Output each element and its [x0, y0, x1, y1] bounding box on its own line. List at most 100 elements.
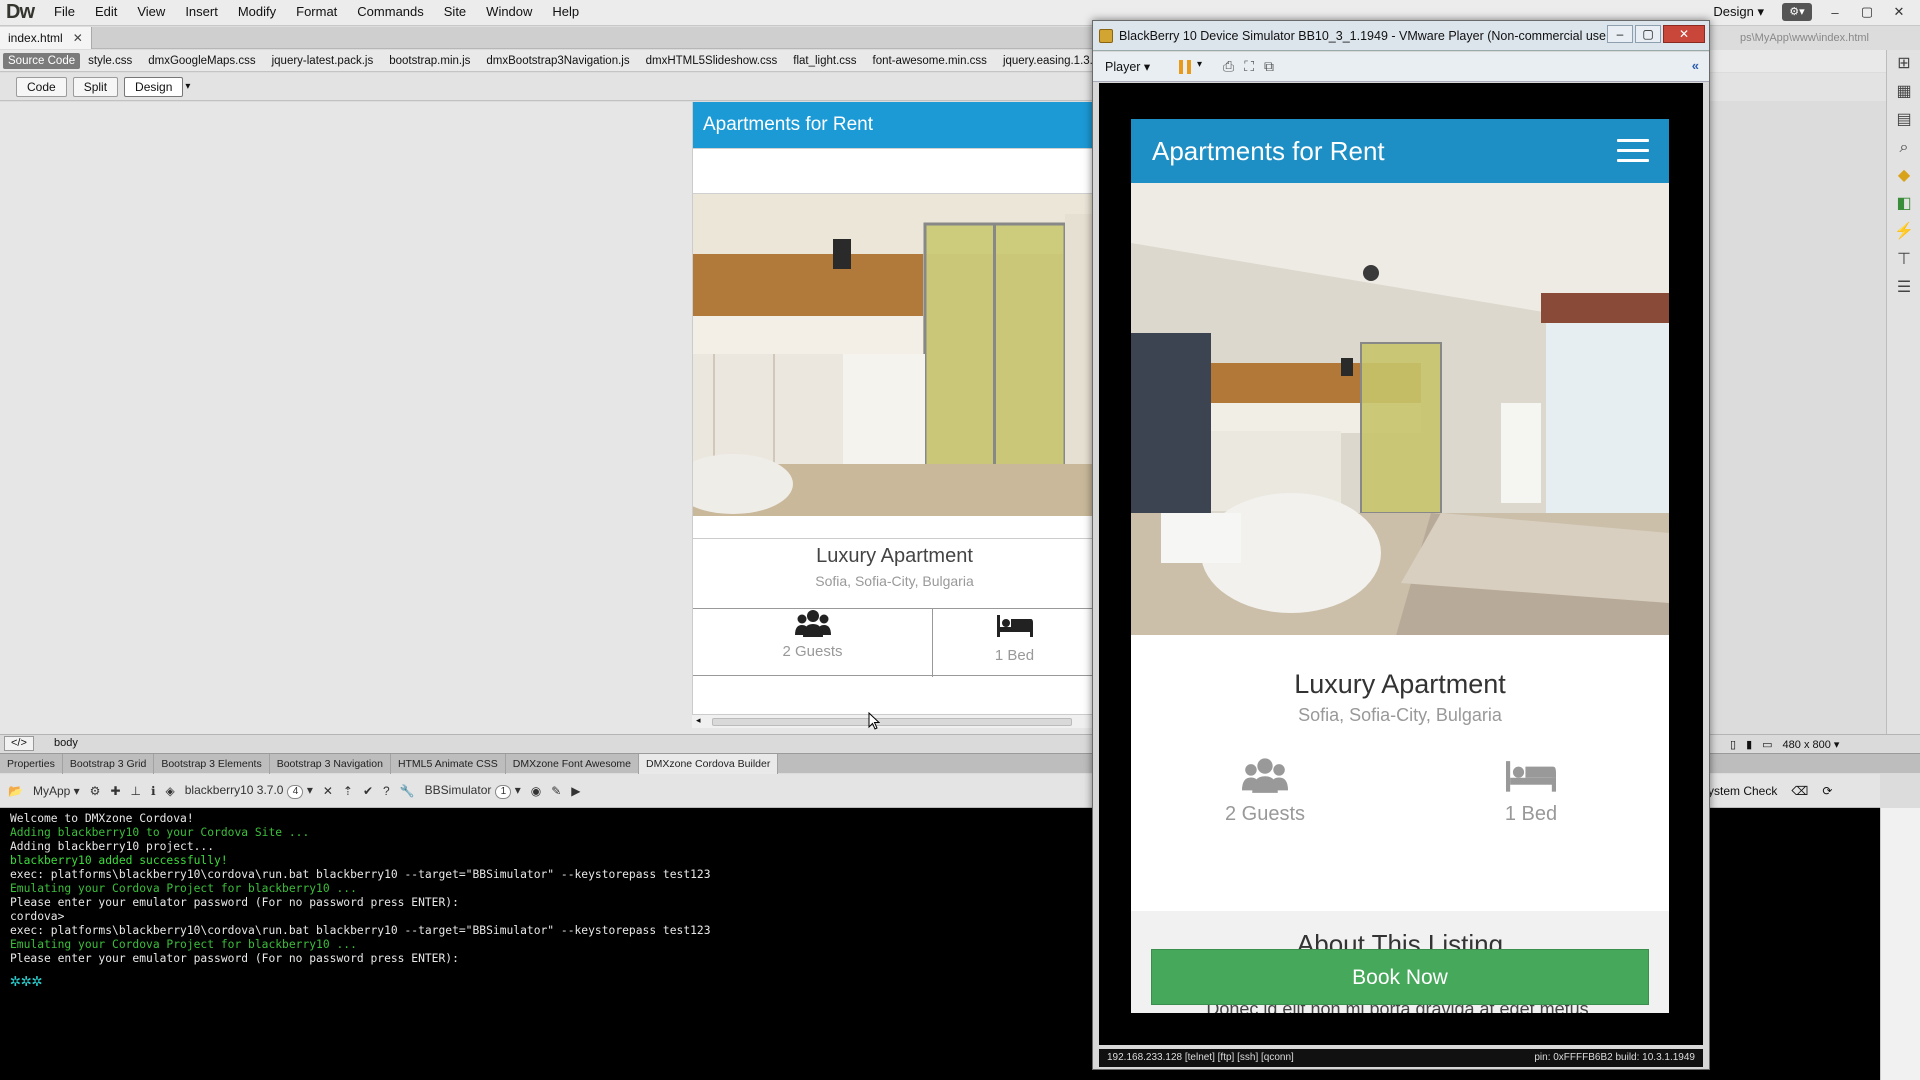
check-icon[interactable]: ✔	[363, 784, 373, 798]
project-select[interactable]: MyApp ▾	[33, 784, 80, 798]
related-file[interactable]: style.css	[80, 50, 140, 71]
collapse-toolbar-icon[interactable]: «	[1692, 58, 1699, 73]
related-file[interactable]: dmxGoogleMaps.css	[140, 50, 263, 71]
console-scrollbar[interactable]	[1880, 808, 1920, 1080]
sim-maximize-button[interactable]: ▢	[1635, 25, 1661, 43]
menu-insert[interactable]: Insert	[175, 0, 228, 24]
remove-icon[interactable]: ✕	[323, 784, 333, 798]
split-view-button[interactable]: Split	[72, 76, 119, 97]
menu-site[interactable]: Site	[434, 0, 476, 24]
phone-viewport[interactable]: Apartments for Rent Luxury Apartment Sof…	[1131, 119, 1669, 1013]
listing-info: Luxury Apartment Sofia, Sofia-City, Bulg…	[1131, 635, 1669, 911]
sitemap-icon[interactable]: ⊥	[131, 784, 141, 798]
sim-close-button[interactable]: ✕	[1663, 25, 1705, 43]
tag-inspector-icon[interactable]: ⚡	[1887, 218, 1920, 246]
menu-file[interactable]: File	[44, 0, 85, 24]
related-file[interactable]: dmxHTML5Slideshow.css	[638, 50, 786, 71]
related-file[interactable]: jquery-latest.pack.js	[264, 50, 382, 71]
menu-view[interactable]: View	[127, 0, 175, 24]
design-view-button[interactable]: Design	[124, 76, 184, 97]
player-menu[interactable]: Player ▾	[1105, 57, 1150, 77]
settings-gear-icon[interactable]: ⚙▾	[1782, 3, 1812, 21]
menu-format[interactable]: Format	[286, 0, 347, 24]
tab-index-html[interactable]: index.html ✕	[0, 27, 92, 49]
workspace-switcher[interactable]: Design ▾	[1707, 2, 1770, 22]
related-file[interactable]: dmxBootstrap3Navigation.js	[478, 50, 637, 71]
tab-font-awesome[interactable]: DMXzone Font Awesome	[506, 754, 640, 774]
tag-body[interactable]: body	[54, 735, 78, 752]
dom-panel-icon[interactable]: ⊤	[1887, 246, 1920, 274]
preview-guests: 2 Guests	[693, 609, 933, 677]
related-file[interactable]: jquery.easing.1.3.js	[995, 50, 1095, 71]
sim-minimize-button[interactable]: –	[1607, 25, 1633, 43]
minimize-button[interactable]: –	[1822, 5, 1848, 20]
tab-bootstrap-elements[interactable]: Bootstrap 3 Elements	[154, 754, 270, 774]
menu-commands[interactable]: Commands	[347, 0, 433, 24]
clear-icon[interactable]: ⌫	[1791, 784, 1808, 798]
info-icon[interactable]: ℹ	[151, 784, 156, 798]
run-circle-icon[interactable]: ◉	[531, 784, 541, 798]
simulator-titlebar[interactable]: BlackBerry 10 Device Simulator BB10_3_1.…	[1093, 21, 1709, 51]
history-icon[interactable]: ☰	[1887, 274, 1920, 302]
maximize-button[interactable]: ▢	[1854, 4, 1880, 20]
behaviors-icon[interactable]: ◧	[1887, 190, 1920, 218]
tablet-size-icon[interactable]: ▮	[1746, 738, 1752, 751]
related-file[interactable]: flat_light.css	[785, 50, 864, 71]
vmware-icon	[1099, 29, 1113, 43]
view-dropdown-icon[interactable]: ▾	[185, 81, 190, 92]
menu-modify[interactable]: Modify	[228, 0, 286, 24]
play-icon[interactable]: ▶	[571, 784, 580, 798]
scroll-left-icon[interactable]: ◂	[696, 715, 701, 726]
simulator-screen[interactable]: Apartments for Rent Luxury Apartment Sof…	[1099, 83, 1703, 1045]
book-now-button[interactable]: Book Now	[1151, 949, 1649, 1005]
related-file[interactable]: font-awesome.min.css	[865, 50, 995, 71]
preview-header: Apartments for Rent	[693, 102, 1095, 148]
send-ctrl-alt-del-icon[interactable]: ⎙	[1223, 58, 1234, 75]
help-icon[interactable]: ?	[383, 784, 390, 798]
horizontal-scrollbar[interactable]: ◂	[692, 714, 1095, 728]
desktop-size-icon[interactable]: ▭	[1762, 738, 1772, 751]
tab-cordova-builder[interactable]: DMXzone Cordova Builder	[639, 754, 779, 774]
snippets-icon[interactable]: ◆	[1887, 162, 1920, 190]
css-designer-icon[interactable]: ▦	[1887, 78, 1920, 106]
pause-icon[interactable]	[1179, 60, 1192, 74]
simulator-window-controls: – ▢ ✕	[1607, 23, 1705, 45]
files-panel-icon[interactable]: ▤	[1887, 106, 1920, 134]
menu-help[interactable]: Help	[542, 0, 589, 24]
menu-edit[interactable]: Edit	[85, 0, 127, 24]
related-file-source-code[interactable]: Source Code	[3, 52, 81, 69]
pause-dropdown-icon[interactable]: ▾	[1197, 59, 1202, 70]
users-icon	[794, 610, 831, 637]
related-file[interactable]: bootstrap.min.js	[381, 50, 478, 71]
resolution-select[interactable]: 480 x 800 ▾	[1783, 738, 1840, 751]
system-check-button[interactable]: System Check	[1700, 784, 1777, 798]
menu-window[interactable]: Window	[476, 0, 542, 24]
hamburger-menu-icon[interactable]	[1617, 139, 1649, 163]
refresh-icon[interactable]: ⟳	[1822, 784, 1832, 798]
platform-count-badge: 4	[287, 784, 304, 799]
tab-html5-animate[interactable]: HTML5 Animate CSS	[391, 754, 506, 774]
target-select[interactable]: BBSimulator 1 ▾	[425, 783, 521, 799]
upload-icon[interactable]: ⇡	[343, 784, 353, 798]
scrollbar-thumb[interactable]	[712, 718, 1072, 726]
mobile-size-icon[interactable]: ▯	[1730, 738, 1736, 751]
wrench-icon[interactable]: 🔧	[400, 784, 415, 798]
insert-panel-icon[interactable]: ⊞	[1887, 50, 1920, 78]
apartment-photo[interactable]	[1131, 183, 1669, 635]
settings-icon[interactable]: ⚙	[90, 784, 101, 798]
add-icon[interactable]: ✚	[110, 784, 120, 798]
fullscreen-icon[interactable]: ⛶	[1244, 58, 1254, 75]
close-tab-icon[interactable]: ✕	[73, 31, 83, 45]
unity-icon[interactable]: ⧉	[1264, 58, 1274, 75]
edit-icon[interactable]: ✎	[551, 784, 561, 798]
assets-panel-icon[interactable]: ⌕	[1887, 134, 1920, 162]
code-toggle-icon[interactable]: </>	[4, 736, 34, 751]
tab-bootstrap-navigation[interactable]: Bootstrap 3 Navigation	[270, 754, 391, 774]
close-button[interactable]: ✕	[1886, 4, 1912, 20]
platform-select[interactable]: blackberry10 3.7.0 4 ▾	[185, 783, 313, 799]
tab-bootstrap-grid[interactable]: Bootstrap 3 Grid	[63, 754, 155, 774]
tab-properties[interactable]: Properties	[0, 754, 63, 774]
folder-icon[interactable]: 📂	[8, 784, 23, 798]
design-page-preview[interactable]: Apartments for Rent Luxury Apartment Sof…	[692, 102, 1095, 724]
code-view-button[interactable]: Code	[16, 76, 67, 97]
